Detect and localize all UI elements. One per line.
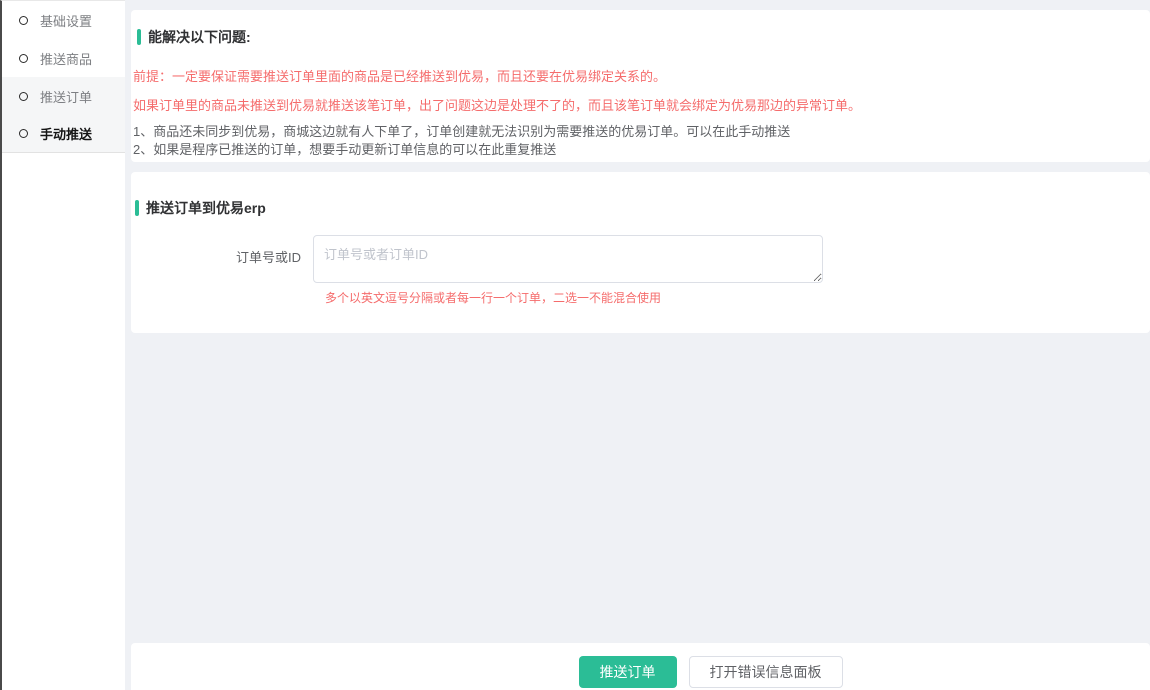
warning-text: 前提：一定要保证需要推送订单里面的商品是已经推送到优易，而且还要在优易绑定关系的… <box>133 69 1140 84</box>
push-card-title: 推送订单到优易erp <box>135 198 1140 218</box>
order-id-textarea[interactable] <box>313 235 823 283</box>
warning-text: 如果订单里的商品未推送到优易就推送该笔订单，出了问题这边是处理不了的，而且该笔订… <box>133 98 1140 113</box>
order-id-helper-text: 多个以英文逗号分隔或者每一行一个订单，二选一不能混合使用 <box>325 289 1140 306</box>
push-order-card: 推送订单到优易erp 订单号或ID 多个以英文逗号分隔或者每一行一个订单，二选一… <box>131 172 1150 333</box>
section-accent-bar <box>137 29 141 45</box>
section-accent-bar <box>135 200 139 216</box>
content-spacer <box>131 333 1150 643</box>
main-content: 能解决以下问题: 前提：一定要保证需要推送订单里面的商品是已经推送到优易，而且还… <box>125 0 1150 690</box>
section-title-text: 推送订单到优易erp <box>146 198 266 218</box>
sidebar-item-basic-settings[interactable]: 基础设置 <box>2 1 125 39</box>
footer-action-bar: 推送订单 打开错误信息面板 <box>131 643 1150 690</box>
push-order-button[interactable]: 推送订单 <box>579 656 677 688</box>
sidebar-item-label: 基础设置 <box>40 11 92 30</box>
problems-card: 能解决以下问题: 前提：一定要保证需要推送订单里面的商品是已经推送到优易，而且还… <box>131 10 1150 162</box>
radio-circle-icon <box>19 129 28 138</box>
open-error-panel-button[interactable]: 打开错误信息面板 <box>689 656 843 688</box>
sidebar-item-push-orders[interactable]: 推送订单 <box>2 77 125 115</box>
sidebar-item-label: 推送商品 <box>40 49 92 68</box>
sidebar: 基础设置 推送商品 推送订单 手动推送 <box>0 0 125 690</box>
radio-circle-icon <box>19 16 28 25</box>
section-title-text: 能解决以下问题: <box>148 27 251 47</box>
notes-list: 1、商品还未同步到优易，商城这边就有人下单了，订单创建就无法识别为需要推送的优易… <box>133 123 1140 159</box>
sidebar-item-label: 推送订单 <box>40 87 92 106</box>
order-id-label: 订单号或ID <box>131 235 313 283</box>
sidebar-item-push-products[interactable]: 推送商品 <box>2 39 125 77</box>
note-item: 2、如果是程序已推送的订单，想要手动更新订单信息的可以在此重复推送 <box>133 141 1140 159</box>
order-id-form-row: 订单号或ID <box>131 235 1140 283</box>
radio-circle-icon <box>19 54 28 63</box>
problems-card-title: 能解决以下问题: <box>137 27 1140 47</box>
note-item: 1、商品还未同步到优易，商城这边就有人下单了，订单创建就无法识别为需要推送的优易… <box>133 123 1140 141</box>
sidebar-item-label: 手动推送 <box>40 124 92 143</box>
radio-circle-icon <box>19 92 28 101</box>
sidebar-item-manual-push[interactable]: 手动推送 <box>2 115 125 153</box>
